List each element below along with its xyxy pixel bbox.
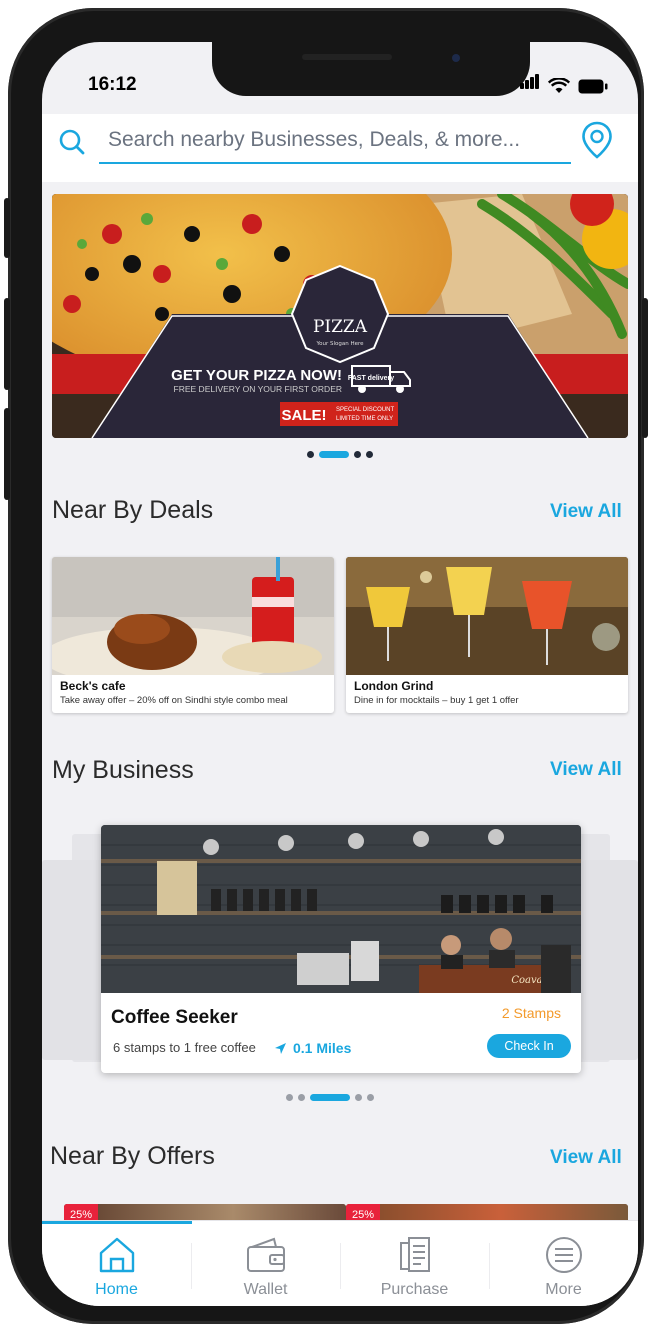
bottom-tab-bar: Home Wallet Purchase More [42,1220,638,1306]
deal-description: Take away offer – 20% off on Sindhi styl… [60,695,288,706]
stamps-description: 6 stamps to 1 free coffee [113,1040,256,1055]
banner-brand: PIZZA [313,317,368,337]
deal-name: Beck's cafe [60,679,126,693]
distance-miles: 0.1 Miles [293,1040,352,1056]
sale-note-2: LIMITED TIME ONLY [336,416,393,422]
status-icons [520,74,608,94]
banner-subline: FREE DELIVERY ON YOUR FIRST ORDER [174,384,342,394]
app-screen: 16:12 Search nearby Businesses, Deals, &… [42,42,638,1306]
pager-dot-active[interactable] [310,1094,350,1101]
stamps-count: 2 Stamps [501,1005,561,1021]
tab-wallet-label: Wallet [243,1281,288,1298]
tab-more-label: More [545,1281,582,1298]
mute-switch [4,198,10,258]
search-icon[interactable] [58,128,86,156]
pager-dot[interactable] [354,451,361,458]
pager-dot[interactable] [366,451,373,458]
promo-banner[interactable]: PIZZA Your Slogan Here GET YOUR PIZZA NO… [52,194,628,438]
battery-icon [578,79,608,94]
deal-description: Dine in for mocktails – buy 1 get 1 offe… [354,695,519,706]
deal-card[interactable]: London Grind Dine in for mocktails – buy… [346,557,628,713]
business-card[interactable]: Coava Coffee Seeker 2 Stamps 6 stamps to… [101,825,581,1073]
sale-note-1: SPECIAL DISCOUNT [336,407,394,413]
banner-art: PIZZA Your Slogan Here GET YOUR PIZZA NO… [52,194,628,438]
navigation-arrow-icon [275,1043,286,1054]
shop-sign: Coava [511,975,542,986]
tab-more[interactable]: More [489,1221,638,1306]
pager-dot[interactable] [286,1094,293,1101]
power-button [642,298,648,438]
search-underline [99,162,571,164]
phone-frame: 16:12 Search nearby Businesses, Deals, &… [4,8,648,1324]
truck-text: FAST delivery [348,375,394,382]
deal-image [52,557,334,687]
status-time: 16:12 [88,74,137,95]
menu-icon [546,1237,582,1273]
business-name: Coffee Seeker [111,1007,238,1028]
banner-headline: GET YOUR PIZZA NOW! [171,367,342,384]
notch [212,42,530,96]
tab-wallet[interactable]: Wallet [191,1221,340,1306]
sale-text: SALE! [282,407,327,424]
wifi-icon [548,78,570,93]
deal-name: London Grind [354,679,434,693]
tab-home-label: Home [95,1281,138,1298]
wallet-icon [247,1237,285,1272]
check-in-button[interactable]: Check In [487,1034,571,1058]
pager-dot[interactable] [355,1094,362,1101]
tab-purchase[interactable]: Purchase [340,1221,489,1306]
tab-purchase-label: Purchase [380,1281,449,1298]
location-pin-icon[interactable] [580,120,614,160]
volume-up-button [4,298,10,390]
deals-view-all-link[interactable]: View All [550,501,622,523]
pager-dot[interactable] [307,451,314,458]
business-pager[interactable] [286,1094,374,1101]
tab-home[interactable]: Home [42,1221,191,1306]
search-input[interactable]: Search nearby Businesses, Deals, & more.… [108,128,520,152]
pager-dot[interactable] [367,1094,374,1101]
deal-image [346,557,628,675]
pager-dot-active[interactable] [319,451,349,458]
banner-slogan: Your Slogan Here [315,341,364,347]
near-by-deals-title: Near By Deals [52,496,214,524]
my-business-title: My Business [52,756,194,784]
home-icon [99,1237,135,1273]
near-by-offers-title: Near By Offers [50,1142,215,1170]
volume-down-button [4,408,10,500]
signal-icon [520,74,540,94]
search-bar[interactable]: Search nearby Businesses, Deals, & more.… [42,114,638,182]
offers-view-all-link[interactable]: View All [550,1147,622,1169]
deal-card[interactable]: Beck's cafe Take away offer – 20% off on… [52,557,334,713]
pager-dot[interactable] [298,1094,305,1101]
banner-pager[interactable] [307,451,373,458]
business-view-all-link[interactable]: View All [550,759,622,781]
business-photo: Coava [101,825,581,993]
receipt-icon [400,1237,430,1272]
business-card-next[interactable] [582,860,638,1060]
